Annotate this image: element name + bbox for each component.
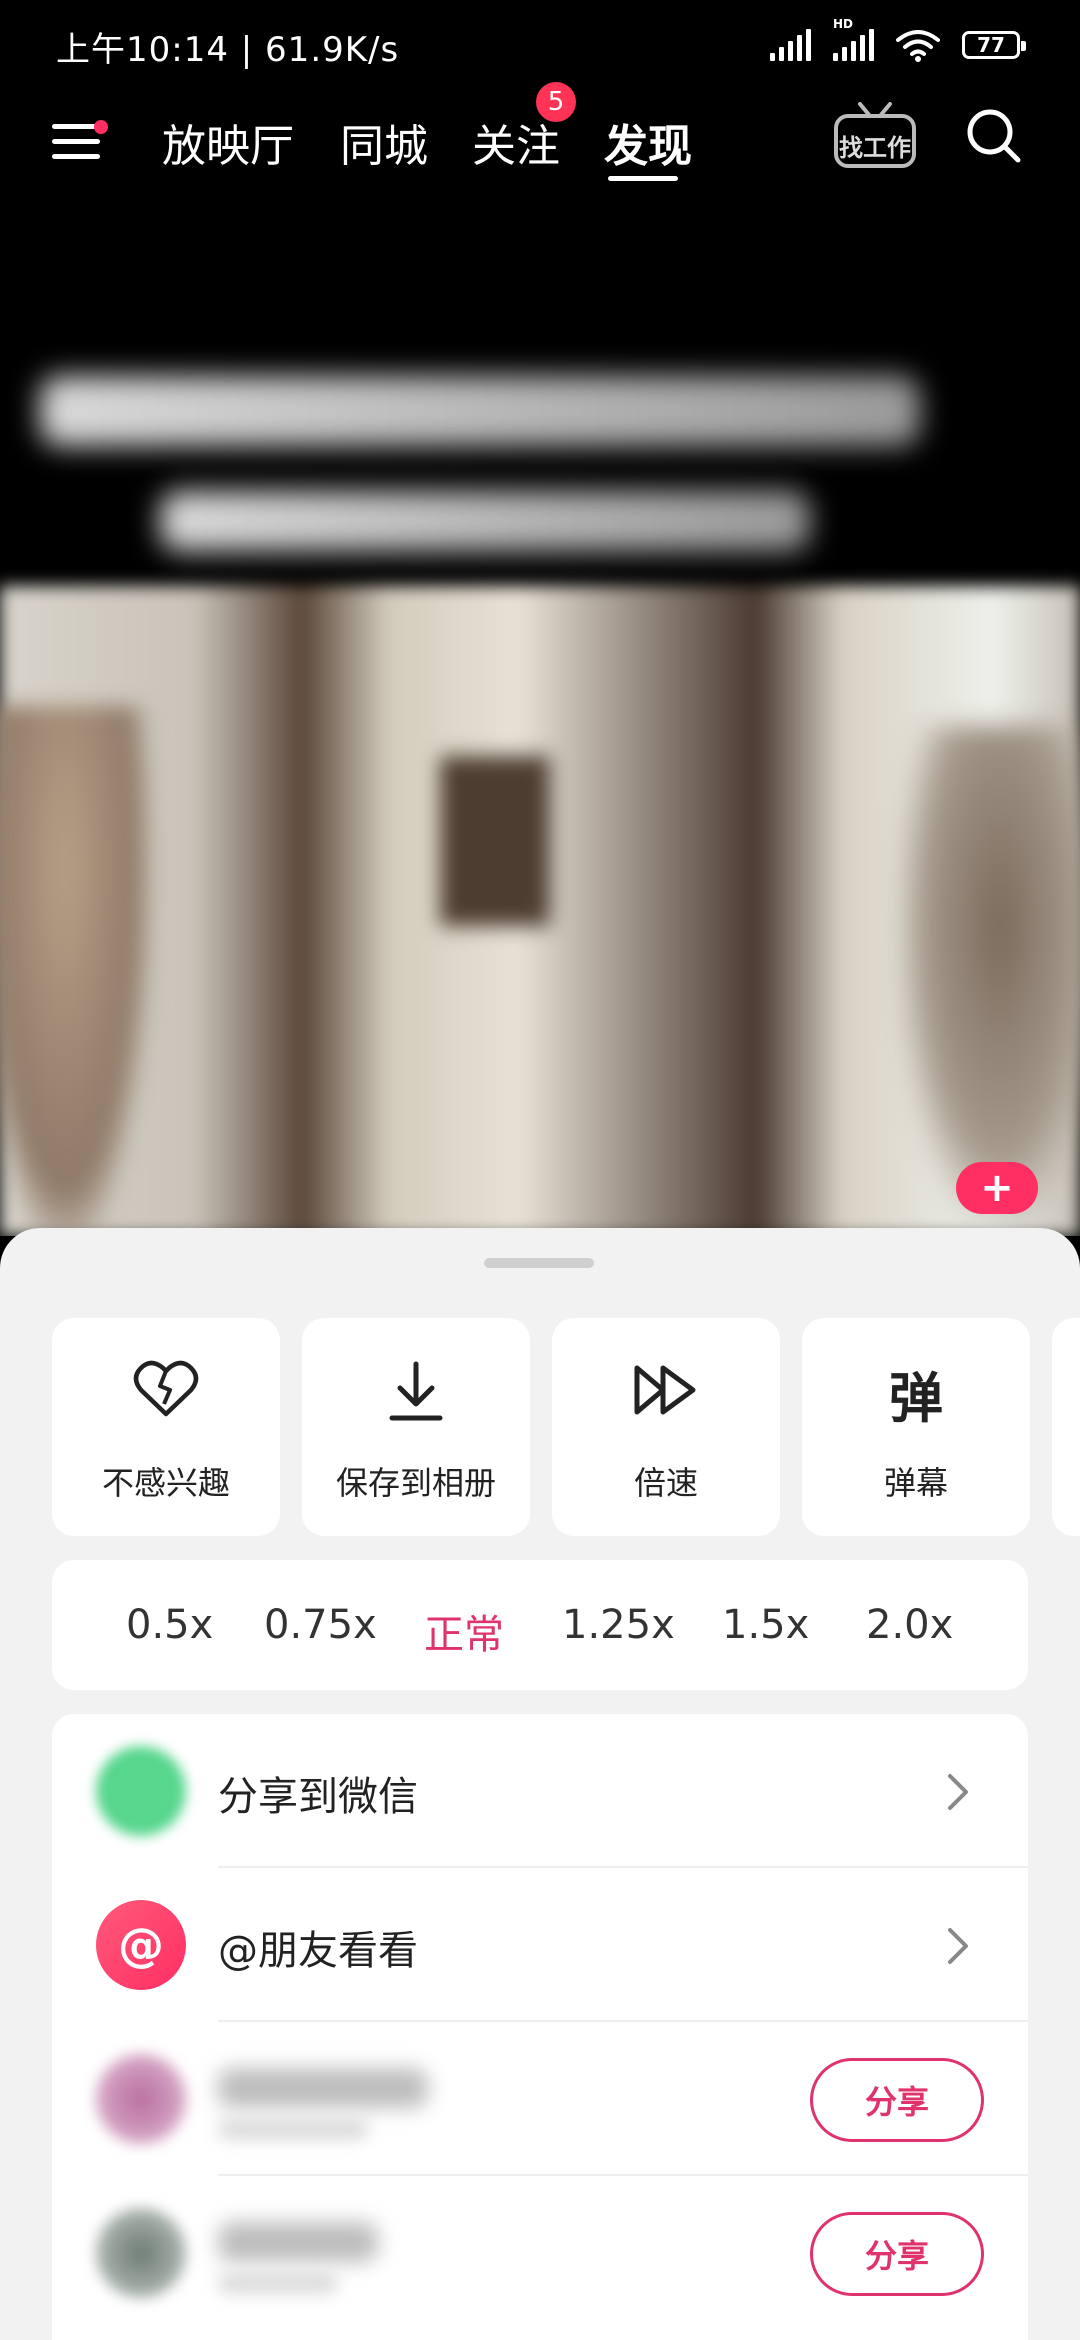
status-icons: HD 77 <box>770 17 1026 62</box>
blurred-contact-name <box>218 2068 428 2108</box>
at-icon: @ <box>96 1900 186 1990</box>
wifi-icon <box>896 30 940 62</box>
blurred-caption-line-2 <box>160 491 810 551</box>
status-time-speed: 上午10:14 | 61.9K/s <box>56 30 400 70</box>
playback-speed-label: 倍速 <box>633 1464 698 1502</box>
menu-button[interactable] <box>50 114 108 170</box>
video-player[interactable]: + <box>0 206 1080 1236</box>
at-icon-char: @ <box>118 1918 164 1972</box>
cellular-signal-hd-icon: HD <box>833 17 874 61</box>
broken-heart-icon <box>133 1360 199 1417</box>
tab-discover[interactable]: 发现 <box>604 110 692 174</box>
tab-local[interactable]: 同城 <box>340 110 428 174</box>
search-icon <box>967 109 1021 163</box>
share-sheet: 不感兴趣 保存到相册 倍速 弹 弹幕 0.5x 0.75x 正常 1.25x 1… <box>0 1228 1080 2340</box>
battery-indicator: 77 <box>962 31 1026 59</box>
share-friends-row[interactable]: @ @朋友看看 <box>52 1868 1028 2022</box>
speed-option-0-75x[interactable]: 0.75x <box>264 1602 377 1648</box>
following-badge: 5 <box>536 82 576 122</box>
save-to-album-button[interactable]: 保存到相册 <box>302 1318 530 1536</box>
avatar <box>96 2054 186 2144</box>
danmaku-label: 弹幕 <box>883 1464 948 1502</box>
wechat-icon <box>96 1746 186 1836</box>
chevron-right-icon <box>948 1928 968 1964</box>
video-person-right <box>900 726 1080 1226</box>
share-friends-label: @朋友看看 <box>218 1928 418 1974</box>
more-action-button-partial[interactable] <box>1052 1318 1080 1536</box>
blurred-contact-name <box>218 2222 378 2262</box>
video-door <box>440 756 550 926</box>
not-interested-label: 不感兴趣 <box>101 1464 230 1502</box>
not-interested-button[interactable]: 不感兴趣 <box>52 1318 280 1536</box>
speed-selector: 0.5x 0.75x 正常 1.25x 1.5x 2.0x <box>52 1560 1028 1690</box>
playback-speed-button[interactable]: 倍速 <box>552 1318 780 1536</box>
speed-option-normal[interactable]: 正常 <box>424 1602 504 1660</box>
danmaku-icon: 弹 <box>802 1354 1030 1433</box>
tab-cinema[interactable]: 放映厅 <box>162 110 294 174</box>
hd-label: HD <box>833 17 854 31</box>
speed-option-0-5x[interactable]: 0.5x <box>126 1602 213 1648</box>
video-person-left <box>0 706 150 1236</box>
blurred-contact-subtitle <box>218 2118 368 2140</box>
status-bar: 上午10:14 | 61.9K/s HD 77 <box>0 0 1080 96</box>
top-nav: 放映厅 同城 关注 5 发现 找工作 <box>0 82 1080 206</box>
job-label: 找工作 <box>839 134 911 162</box>
blurred-caption-line-1 <box>40 376 920 446</box>
speed-option-1-25x[interactable]: 1.25x <box>562 1602 675 1648</box>
action-row: 不感兴趣 保存到相册 倍速 弹 弹幕 <box>52 1318 1080 1536</box>
danmaku-button[interactable]: 弹 弹幕 <box>802 1318 1030 1536</box>
share-to-contact-button[interactable]: 分享 <box>810 2058 984 2142</box>
cellular-signal-icon <box>770 29 811 61</box>
fast-forward-icon <box>634 1365 696 1415</box>
blurred-contact-subtitle <box>218 2272 338 2294</box>
share-wechat-label: 分享到微信 <box>218 1774 418 1820</box>
share-to-contact-button[interactable]: 分享 <box>810 2212 984 2296</box>
download-icon <box>389 1361 443 1421</box>
search-button[interactable] <box>964 106 1024 166</box>
notification-dot <box>94 120 108 134</box>
share-wechat-row[interactable]: 分享到微信 <box>52 1714 1028 1868</box>
contact-row: 分享 <box>52 2176 1028 2330</box>
speed-option-1-5x[interactable]: 1.5x <box>722 1602 809 1648</box>
speed-option-2-0x[interactable]: 2.0x <box>866 1602 953 1648</box>
sheet-drag-handle[interactable] <box>484 1258 594 1268</box>
danmaku-icon-char: 弹 <box>889 1367 943 1430</box>
job-search-button[interactable]: 找工作 <box>830 102 920 172</box>
follow-plus-button[interactable]: + <box>956 1162 1038 1214</box>
share-list: 分享到微信 @ @朋友看看 分享 分享 <box>52 1714 1028 2340</box>
active-tab-indicator <box>608 176 678 181</box>
save-to-album-label: 保存到相册 <box>335 1464 496 1502</box>
avatar <box>96 2208 186 2298</box>
contact-row: 分享 <box>52 2022 1028 2176</box>
chevron-right-icon <box>948 1774 968 1810</box>
